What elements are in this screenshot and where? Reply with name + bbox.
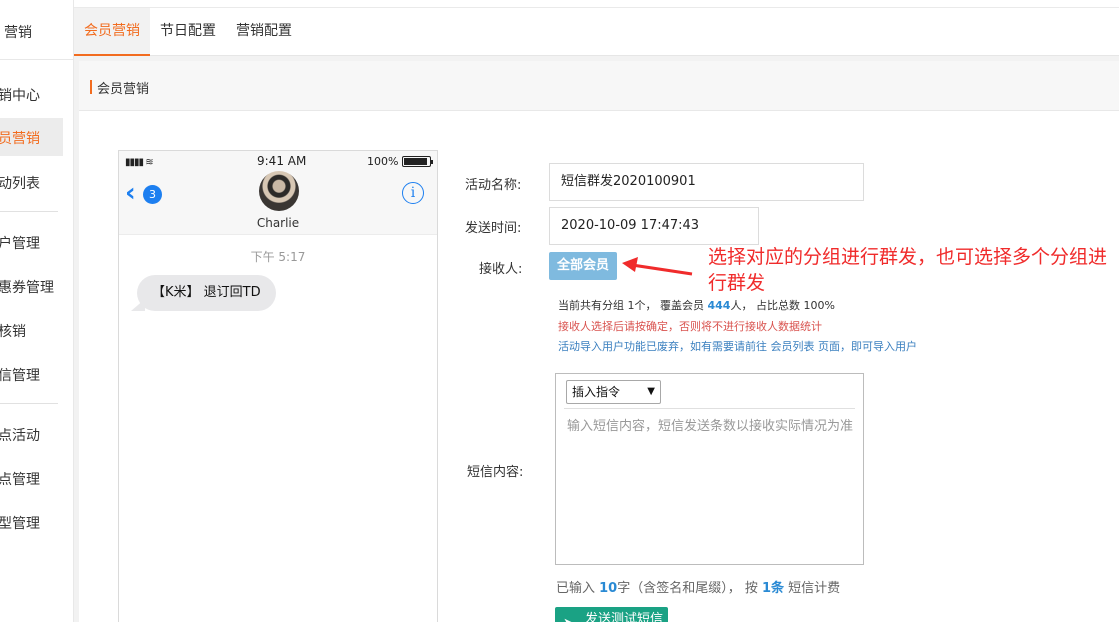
panel-title: 会员营销 [97, 82, 150, 97]
sidebar-item-label: 型管理 [0, 516, 40, 532]
status-time: 9:41 AM [257, 154, 307, 168]
receiver-warning: 接收人选择后请按确定，否则将不进行接收人数据统计 [558, 320, 822, 333]
sms-content-editor[interactable]: 插入指令 ▼ 输入短信内容，短信发送条数以接收实际情况为准 [555, 373, 864, 565]
insert-command-select[interactable]: 插入指令 ▼ [566, 380, 661, 404]
battery-icon [402, 156, 433, 167]
info-icon: i [402, 182, 424, 204]
all-members-button[interactable]: 全部会员 [549, 252, 617, 280]
group-summary: 当前共有分组 1个， 覆盖会员 444人， 占比总数 100% [558, 297, 835, 313]
insert-command-label: 插入指令 [572, 385, 621, 399]
sidebar-item-label: 核销 [0, 324, 26, 340]
send-test-sms-button[interactable]: ➤ 发送测试短信 [555, 607, 668, 622]
avatar [259, 171, 299, 211]
summary-prefix: 当前共有分组 1个， 覆盖会员 [558, 299, 708, 312]
count-mid: 字（含签名和尾缀）， 按 [617, 581, 762, 596]
sidebar-item-user-management[interactable]: 户管理 [0, 223, 73, 261]
sidebar-divider [0, 403, 58, 404]
back-count-badge: 3 [143, 185, 162, 204]
send-time-input[interactable]: 2020-10-09 17:47:43 [549, 207, 759, 245]
sidebar-header-label: 营销 [4, 25, 32, 41]
sidebar-item-points-activity[interactable]: 点活动 [0, 415, 73, 453]
content-label: 短信内容: [467, 465, 524, 480]
sidebar-item-label: 员营销 [0, 131, 40, 147]
count-chars: 10 [599, 581, 618, 596]
tab-member-marketing[interactable]: 会员营销 [74, 8, 150, 56]
sidebar-divider [0, 211, 58, 212]
sidebar-item-verification[interactable]: 核销 [0, 311, 73, 349]
send-time-label: 发送时间: [465, 221, 522, 236]
sidebar-item-label: 点管理 [0, 472, 40, 488]
contact-name: Charlie [256, 216, 300, 230]
sidebar-item-points-management[interactable]: 点管理 [0, 459, 73, 497]
battery-percent: 100% [367, 155, 399, 168]
message-timestamp: 下午 5:17 [250, 250, 306, 264]
count-prefix: 已输入 [556, 581, 600, 596]
sidebar-item-label: 动列表 [0, 176, 40, 192]
sidebar-item-member-marketing[interactable]: 员营销 [0, 118, 63, 156]
tab-holiday-config[interactable]: 节日配置 [150, 8, 226, 56]
sidebar-item-label: 信管理 [0, 368, 40, 384]
annotation-arrow-icon [622, 257, 693, 276]
sidebar-item-sms-management[interactable]: 信管理 [0, 355, 73, 393]
sidebar-item-label: 惠券管理 [0, 280, 54, 296]
sidebar: 营销 销中心 员营销 动列表 户管理 惠券管理 核销 信管理 点活动 点管理 型… [0, 0, 74, 622]
sidebar-item-label: 户管理 [0, 236, 40, 252]
annotation-text: 选择对应的分组进行群发，也可选择多个分组进行群发 [708, 246, 1108, 294]
send-icon: ➤ [563, 611, 574, 622]
receiver-label: 接收人: [479, 262, 523, 277]
import-notice: 活动导入用户功能已废弃，如有需要请前往 会员列表 页面，即可导入用户 [558, 340, 917, 353]
phone-header: ▮▮▮▮ ≋ 9:41 AM 100% ‹ 3 Charlie i [119, 151, 437, 235]
char-count: 已输入 10字（含签名和尾缀）， 按 1条 短信计费 [556, 577, 840, 596]
sms-content-textarea[interactable]: 输入短信内容，短信发送条数以接收实际情况为准 [567, 416, 855, 438]
member-count: 444 [707, 299, 731, 312]
top-edge [74, 0, 1119, 8]
sidebar-header: 营销 [0, 0, 73, 60]
send-test-label: 发送测试短信 [585, 612, 664, 622]
sidebar-item-activity-list[interactable]: 动列表 [0, 163, 73, 201]
back-chevron-icon: ‹ [125, 178, 136, 208]
editor-divider [564, 408, 855, 409]
tab-marketing-config[interactable]: 营销配置 [226, 8, 302, 56]
panel-header: 会员营销 [79, 61, 1119, 111]
sidebar-item-marketing-center[interactable]: 销中心 [0, 75, 73, 113]
panel-header-accent [90, 80, 92, 94]
count-messages: 1条 [762, 581, 785, 596]
sidebar-item-label: 点活动 [0, 428, 40, 444]
sidebar-item-type-management[interactable]: 型管理 [0, 503, 73, 541]
app-root: 营销 销中心 员营销 动列表 户管理 惠券管理 核销 信管理 点活动 点管理 型… [0, 0, 1119, 622]
count-suffix: 短信计费 [784, 581, 841, 596]
message-bubble: 【K米】 退订回TD [137, 275, 276, 311]
summary-suffix: 人， 占比总数 100% [730, 299, 835, 312]
activity-name-input[interactable]: 短信群发2020100901 [549, 163, 864, 201]
sidebar-item-label: 销中心 [0, 88, 40, 104]
phone-preview: ▮▮▮▮ ≋ 9:41 AM 100% ‹ 3 Charlie i 下午 5:1… [118, 150, 438, 622]
sidebar-item-coupon-management[interactable]: 惠券管理 [0, 267, 73, 305]
chevron-down-icon: ▼ [647, 386, 655, 397]
activity-name-label: 活动名称: [465, 178, 522, 193]
signal-icon: ▮▮▮▮ ≋ [125, 157, 154, 168]
